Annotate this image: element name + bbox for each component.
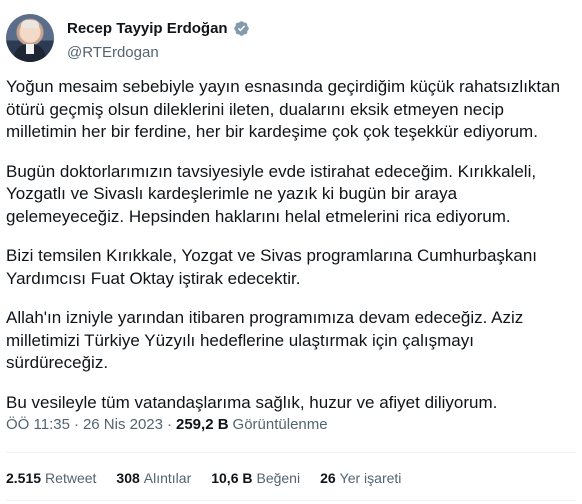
avatar-hair [21,20,39,28]
avatar-collar [26,44,34,54]
retweets-stat[interactable]: 2.515 Retweet [6,470,96,486]
bookmarks-stat[interactable]: 26 Yer işareti [320,470,401,486]
retweets-label: Retweet [45,470,97,486]
author-name-row: Recep Tayyip Erdoğan [67,20,250,37]
tweet-paragraph: Bu vesileyle tüm vatandaşlarıma sağlık, … [6,392,498,412]
likes-label: Beğeni [256,470,301,486]
views-count: 259,2 B [176,416,229,433]
tweet-text: Yoğun mesaim sebebiyle yayın esnasında g… [6,76,576,431]
likes-stat[interactable]: 10,6 B Beğeni [211,470,300,486]
quotes-stat[interactable]: 308 Alıntılar [116,470,191,486]
tweet-paragraph: Bugün doktorlarımızın tavsiyesiyle evde … [6,161,537,226]
meta-separator: · [167,416,172,433]
bookmarks-label: Yer işareti [339,470,402,486]
quotes-label: Alıntılar [143,470,192,486]
author-name[interactable]: Recep Tayyip Erdoğan [67,20,228,37]
verified-badge-icon[interactable] [233,20,250,37]
tweet-stats: 2.515 Retweet 308 Alıntılar 10,6 B Beğeni 2… [6,470,401,486]
divider [6,500,576,501]
quotes-count: 308 [116,470,140,486]
retweets-count: 2.515 [6,470,42,486]
bookmarks-count: 26 [320,470,336,486]
tweet-paragraph: Yoğun mesaim sebebiyle yayın esnasında g… [6,77,561,141]
tweet-paragraph: Allah'ın izniyle yarından itibaren progr… [6,308,524,372]
meta-separator: · [73,416,79,433]
views-label: Görüntülenme [232,416,328,433]
author-handle[interactable]: @RTErdogan [67,44,159,61]
avatar[interactable] [6,14,54,62]
tweet-header: Recep Tayyip Erdoğan @RTErdogan [6,12,576,68]
tweet-time[interactable]: ÖÖ 11:35 [6,416,70,433]
likes-count: 10,6 B [211,470,253,486]
tweet-date[interactable]: 26 Nis 2023 [83,416,163,433]
tweet-meta: ÖÖ 11:35 · 26 Nis 2023 · 259,2 B Görüntü… [6,416,328,433]
tweet-paragraph: Bizi temsilen Kırıkkale, Yozgat ve Sivas… [6,246,538,288]
divider [6,452,576,453]
